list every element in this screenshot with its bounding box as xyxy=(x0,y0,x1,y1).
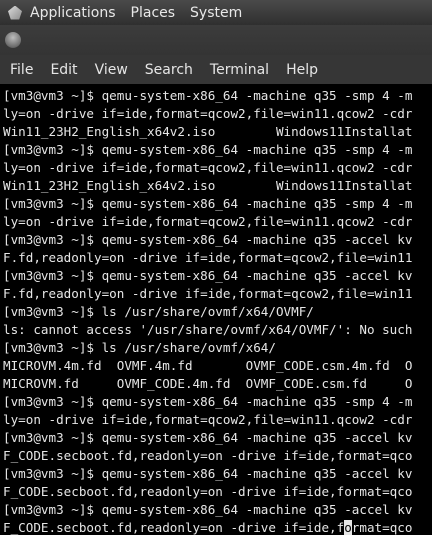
terminal-line: ly=on -drive if=ide,format=qcow2,file=wi… xyxy=(3,160,413,175)
terminal-line: F_CODE.secboot.fd,readonly=on -drive if=… xyxy=(3,448,413,463)
terminal-line: [vm3@vm3 ~]$ qemu-system-x86_64 -machine… xyxy=(3,142,413,157)
terminal-line: MICROVM.4m.fd OVMF.4m.fd OVMF_CODE.csm.4… xyxy=(3,358,413,373)
system-menu[interactable]: System xyxy=(190,5,242,21)
menu-help[interactable]: Help xyxy=(276,62,318,78)
terminal-line: ls: cannot access '/usr/share/ovmf/x64/O… xyxy=(3,322,413,337)
terminal-line: [vm3@vm3 ~]$ qemu-system-x86_64 -machine… xyxy=(3,502,413,517)
menu-file[interactable]: File xyxy=(0,62,33,78)
terminal-line: [vm3@vm3 ~]$ ls /usr/share/ovmf/x64/ xyxy=(3,340,276,355)
text-cursor: o xyxy=(344,520,352,535)
terminal-menubar: File Edit View Search Terminal Help xyxy=(0,55,432,85)
menu-edit[interactable]: Edit xyxy=(40,62,77,78)
terminal-line: [vm3@vm3 ~]$ qemu-system-x86_64 -machine… xyxy=(3,394,413,409)
menu-view[interactable]: View xyxy=(85,62,128,78)
window-titlebar[interactable] xyxy=(0,25,432,55)
terminal-line: ly=on -drive if=ide,format=qcow2,file=wi… xyxy=(3,214,413,229)
terminal-line: ly=on -drive if=ide,format=qcow2,file=wi… xyxy=(3,412,413,427)
terminal-line: [vm3@vm3 ~]$ qemu-system-x86_64 -machine… xyxy=(3,466,413,481)
terminal-line: [vm3@vm3 ~]$ qemu-system-x86_64 -machine… xyxy=(3,196,413,211)
terminal-line: F_CODE.secboot.fd,readonly=on -drive if=… xyxy=(3,520,413,535)
terminal-line: ly=on -drive if=ide,format=qcow2,file=wi… xyxy=(3,106,413,121)
terminal-line: Win11_23H2_English_x64v2.iso Windows11In… xyxy=(3,124,413,139)
window-menu-button[interactable] xyxy=(5,32,21,48)
terminal-line: Win11_23H2_English_x64v2.iso Windows11In… xyxy=(3,178,413,193)
terminal-line: [vm3@vm3 ~]$ ls /usr/share/ovmf/x64/OVMF… xyxy=(3,304,314,319)
applications-menu[interactable]: Applications xyxy=(30,5,116,21)
terminal-output[interactable]: [vm3@vm3 ~]$ qemu-system-x86_64 -machine… xyxy=(0,84,432,535)
terminal-line: [vm3@vm3 ~]$ qemu-system-x86_64 -machine… xyxy=(3,268,413,283)
terminal-line: MICROVM.fd OVMF_CODE.4m.fd OVMF_CODE.csm… xyxy=(3,376,413,391)
menu-terminal[interactable]: Terminal xyxy=(200,62,269,78)
terminal-line: [vm3@vm3 ~]$ qemu-system-x86_64 -machine… xyxy=(3,430,413,445)
places-menu[interactable]: Places xyxy=(131,5,176,21)
terminal-line: [vm3@vm3 ~]$ qemu-system-x86_64 -machine… xyxy=(3,232,413,247)
terminal-line: [vm3@vm3 ~]$ qemu-system-x86_64 -machine… xyxy=(3,88,413,103)
terminal-line: F_CODE.secboot.fd,readonly=on -drive if=… xyxy=(3,484,413,499)
terminal-line: F.fd,readonly=on -drive if=ide,format=qc… xyxy=(3,250,413,265)
menu-search[interactable]: Search xyxy=(135,62,193,78)
distro-logo-icon[interactable] xyxy=(8,5,22,20)
top-panel: Applications Places System xyxy=(0,0,432,25)
terminal-line: F.fd,readonly=on -drive if=ide,format=qc… xyxy=(3,286,413,301)
